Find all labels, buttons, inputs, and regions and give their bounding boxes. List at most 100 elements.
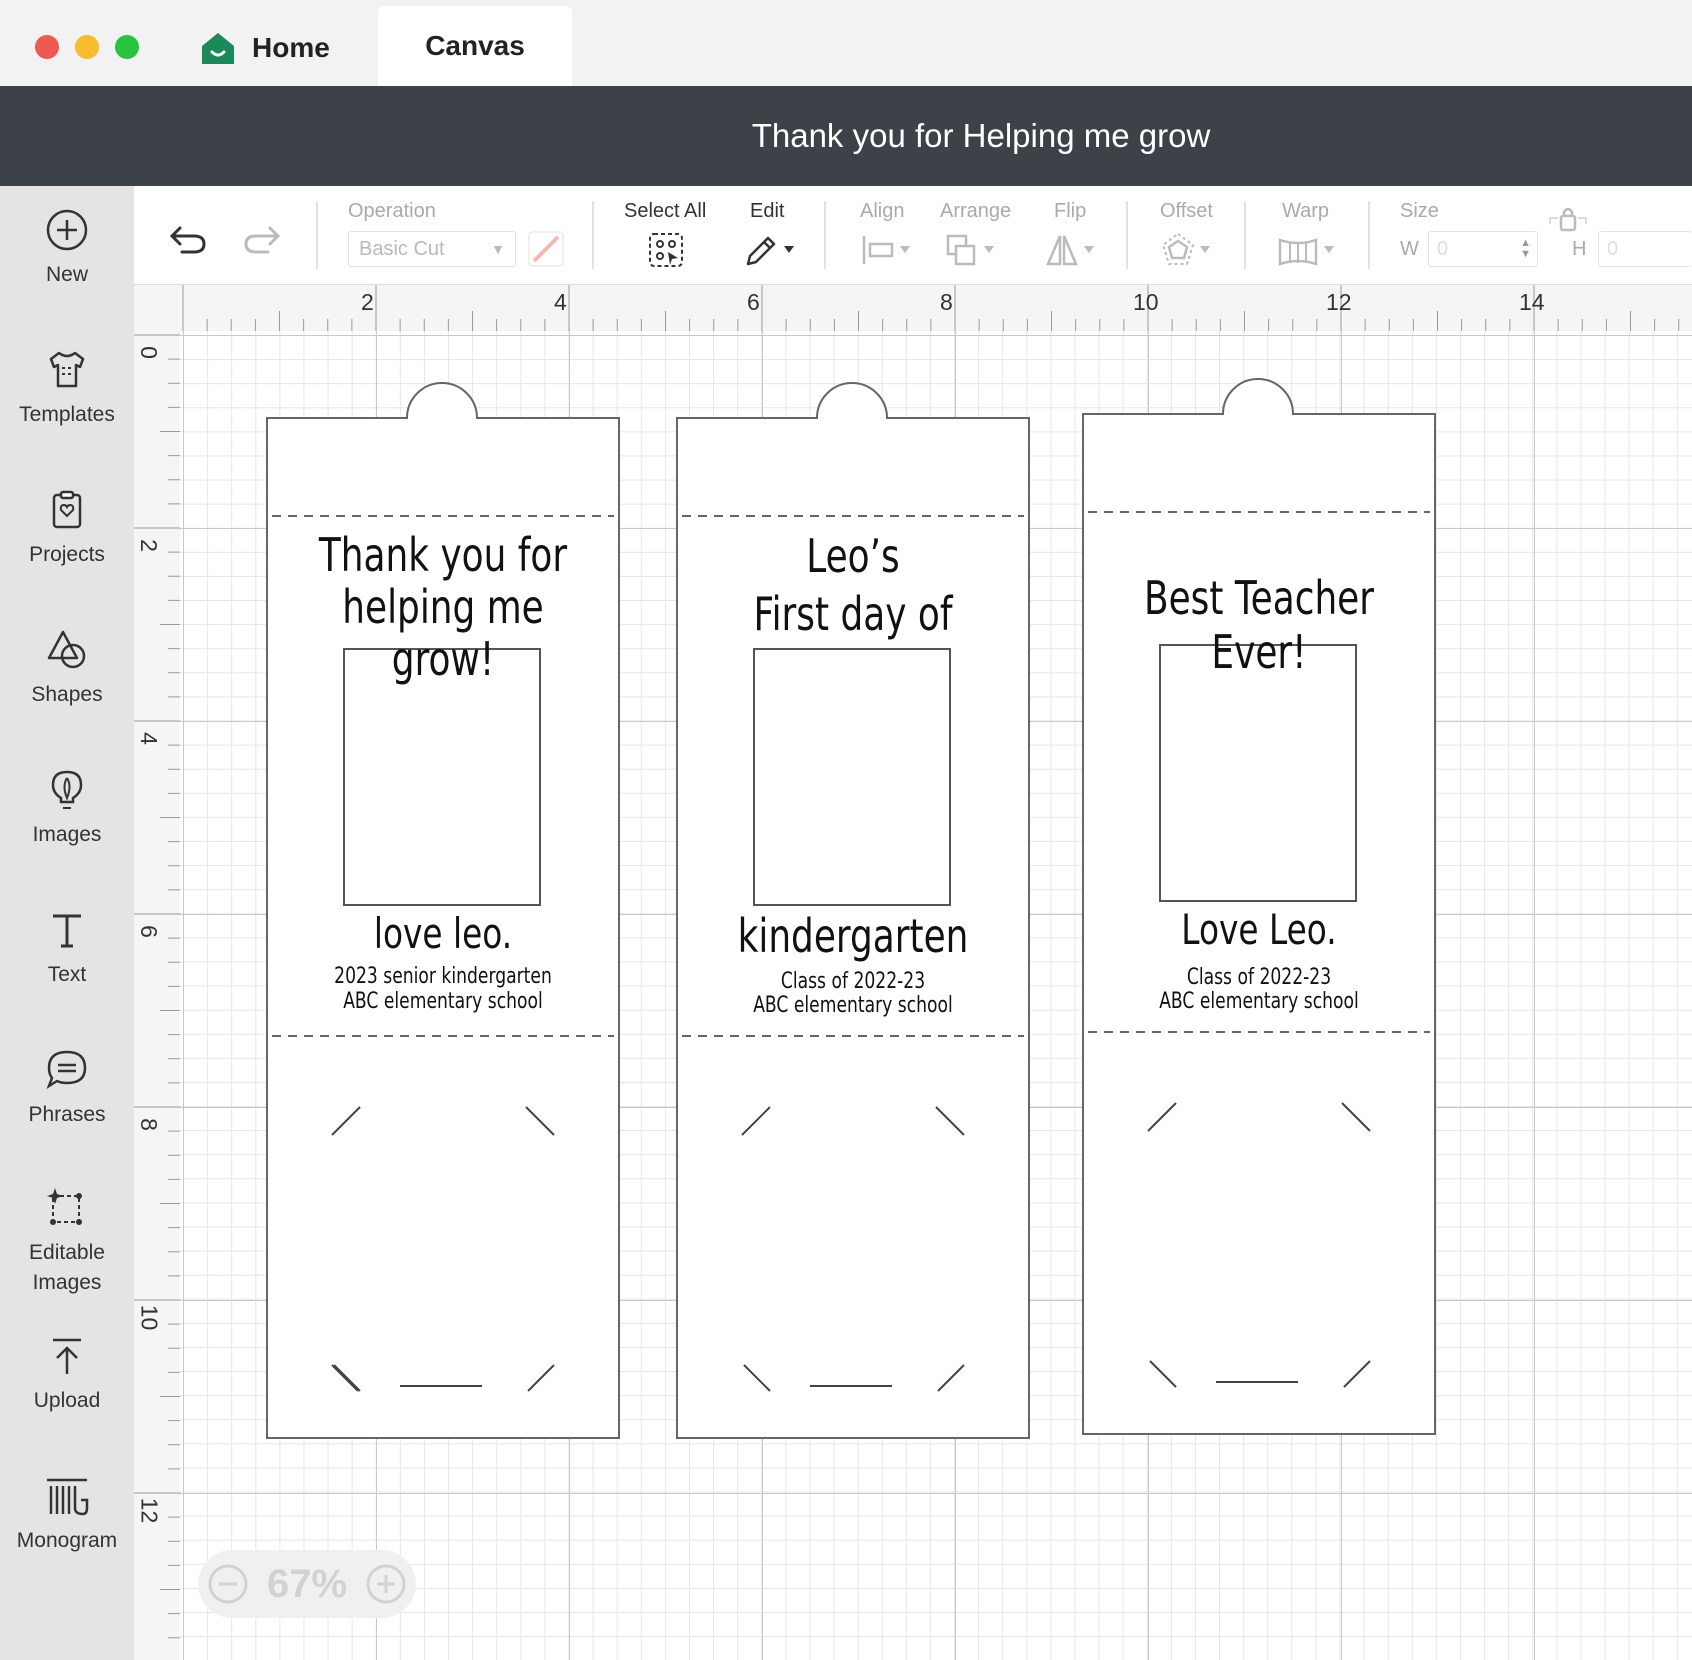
redo-icon[interactable]: [242, 222, 282, 258]
card-detail-line: ABC elementary school: [753, 993, 953, 1018]
offset-icon[interactable]: [1160, 232, 1216, 268]
sidebar-item-label: Templates: [19, 403, 115, 426]
tab-home-label: Home: [252, 32, 330, 63]
sidebar-item-projects[interactable]: Projects: [0, 488, 134, 570]
shapes-icon: [47, 630, 86, 669]
project-title-bar: Thank you for Helping me grow: [0, 86, 1692, 186]
sidebar-item-label: Images: [32, 823, 102, 846]
sidebar-item-monogram[interactable]: Monogram: [0, 1474, 134, 1556]
card-signature: Love Leo.: [1181, 905, 1337, 954]
upload-arrow-icon: [53, 1338, 81, 1374]
chevron-down-icon: ▼: [491, 241, 505, 257]
align-icon[interactable]: [860, 232, 916, 268]
ruler-label: 6: [135, 925, 162, 938]
ruler-label: 6: [747, 289, 760, 315]
card-detail-line: ABC elementary school: [343, 989, 543, 1014]
sidebar-item-new[interactable]: New: [0, 208, 134, 290]
card-signature: kindergarten: [737, 909, 969, 963]
ruler-label: 0: [135, 346, 162, 359]
material-color-swatch-icon[interactable]: [528, 231, 564, 267]
maximize-window-button[interactable]: [115, 35, 139, 59]
monogram-icon: [47, 1478, 89, 1516]
ruler-label: 10: [1133, 289, 1159, 315]
lightbulb-icon: [51, 770, 83, 809]
ruler-label: 12: [136, 1497, 163, 1524]
sidebar-item-label: Shapes: [31, 683, 103, 706]
bookmark-card[interactable]: Best Teacher Ever! Love Leo. Class of 20…: [1082, 375, 1436, 1435]
stepper-icon[interactable]: ▲ ▼: [1520, 238, 1531, 260]
ruler-label: 4: [554, 289, 567, 315]
select-all-icon[interactable]: [648, 232, 684, 268]
tab-home[interactable]: Home: [200, 10, 330, 86]
width-label: W: [1400, 238, 1419, 260]
undo-icon[interactable]: [168, 222, 208, 258]
sidebar-item-label: Text: [47, 963, 87, 986]
close-window-button[interactable]: [35, 35, 59, 59]
sidebar-item-editable-images[interactable]: Editable Images: [0, 1186, 134, 1298]
edit-label: Edit: [750, 200, 785, 222]
card-detail-line: Class of 2022-23: [780, 969, 926, 994]
design-canvas[interactable]: Thank you for helping me grow! love leo.…: [180, 331, 1692, 1660]
sidebar-item-text[interactable]: Text: [0, 908, 134, 990]
operation-value: Basic Cut: [359, 237, 445, 260]
select-all-label: Select All: [624, 200, 707, 222]
ruler-vertical: 0 2 4 6 8 10 12: [134, 331, 181, 1660]
zoom-level: 67%: [266, 1561, 348, 1606]
card-headline: Leo’s First day of: [753, 529, 953, 641]
operation-select[interactable]: Basic Cut ▼: [348, 231, 516, 267]
edit-toolbar: Operation Basic Cut ▼ Select All Edit Al…: [134, 186, 1692, 285]
sidebar-item-label: Editable Images: [29, 1241, 105, 1294]
sidebar-item-templates[interactable]: Templates: [0, 348, 134, 430]
card-detail-line: 2023 senior kindergarten: [334, 964, 552, 989]
flip-label: Flip: [1054, 200, 1087, 222]
sidebar-item-upload[interactable]: Upload: [0, 1334, 134, 1416]
zoom-in-icon[interactable]: [365, 1563, 407, 1605]
ruler-label: 4: [135, 732, 162, 745]
arrange-label: Arrange: [940, 200, 1012, 222]
height-input[interactable]: 0: [1598, 231, 1692, 267]
align-label: Align: [860, 200, 905, 222]
flip-icon[interactable]: [1044, 232, 1100, 268]
tshirt-icon: [49, 351, 85, 388]
height-label: H: [1572, 238, 1587, 260]
card-detail-line: ABC elementary school: [1159, 989, 1359, 1014]
lock-icon[interactable]: [1546, 204, 1590, 232]
ruler-label: 2: [361, 289, 374, 315]
ruler-label: 2: [135, 539, 162, 552]
sidebar-item-label: Upload: [33, 1389, 101, 1412]
bookmark-card[interactable]: Thank you for helping me grow! love leo.…: [266, 379, 620, 1439]
plus-circle-icon: [46, 209, 88, 251]
zoom-control: 67%: [198, 1550, 416, 1618]
warp-icon[interactable]: [1278, 232, 1342, 268]
clipboard-heart-icon: [52, 490, 82, 529]
offset-label: Offset: [1160, 200, 1213, 222]
warp-label: Warp: [1282, 200, 1330, 222]
tab-canvas[interactable]: Canvas: [378, 6, 572, 86]
width-value: 0: [1437, 237, 1449, 260]
project-title[interactable]: Thank you for Helping me grow: [752, 117, 1211, 155]
minimize-window-button[interactable]: [75, 35, 99, 59]
speech-bubble-icon: [46, 1050, 87, 1090]
editable-image-icon: [47, 1188, 82, 1225]
left-sidebar: New Templates Projects Shapes Images Tex…: [0, 186, 134, 1660]
sidebar-item-label: Monogram: [16, 1529, 118, 1552]
sidebar-item-shapes[interactable]: Shapes: [0, 628, 134, 710]
operation-label: Operation: [348, 200, 436, 222]
ruler-label: 14: [1519, 289, 1545, 315]
ruler-label: 8: [940, 289, 953, 315]
edit-pencil-icon[interactable]: [742, 232, 798, 268]
tab-canvas-label: Canvas: [425, 30, 525, 61]
sidebar-item-images[interactable]: Images: [0, 768, 134, 850]
sidebar-item-label: New: [45, 263, 88, 286]
card-detail-line: Class of 2022-23: [1186, 965, 1332, 990]
bookmark-card[interactable]: Leo’s First day of kindergarten Class of…: [676, 379, 1030, 1439]
height-value: 0: [1607, 237, 1619, 260]
card-headline: Thank you for helping me grow!: [318, 528, 568, 686]
sidebar-item-phrases[interactable]: Phrases: [0, 1048, 134, 1130]
arrange-icon[interactable]: [944, 232, 1000, 268]
size-label: Size: [1400, 200, 1439, 222]
ruler-horizontal: 2 4 6 8 10 12 14: [134, 285, 1692, 332]
zoom-out-icon[interactable]: [207, 1563, 249, 1605]
width-input[interactable]: 0 ▲ ▼: [1428, 231, 1538, 267]
card-signature: love leo.: [373, 909, 513, 958]
